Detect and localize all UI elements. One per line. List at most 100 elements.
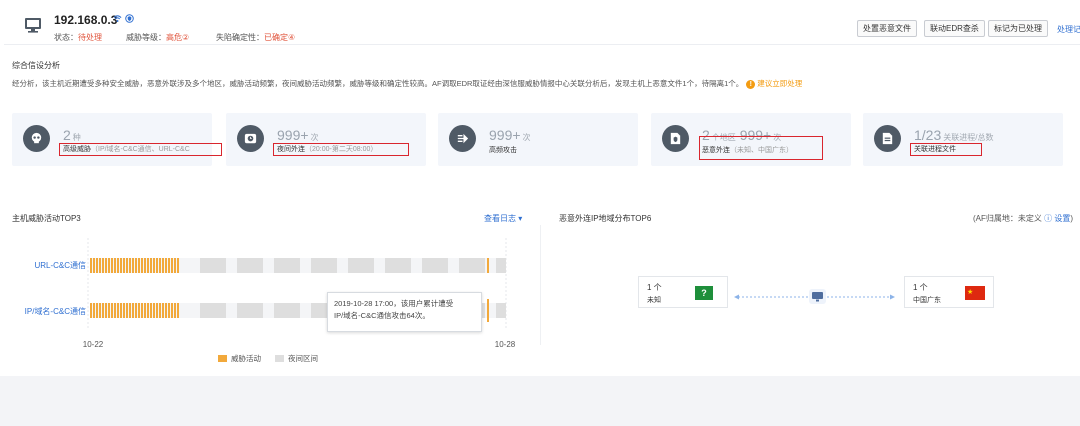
- handle-malicious-file-button[interactable]: 处置恶意文件: [857, 20, 917, 37]
- threat-activity-mark: [153, 303, 155, 318]
- threat-activity-mark: [117, 303, 119, 318]
- night-interval-mark: [385, 258, 411, 273]
- card-malicious-connection: 2 个地区 999+ 次 恶意外连（未知、中国广东）: [651, 113, 851, 166]
- threat-activity-mark: [108, 303, 110, 318]
- suggest-handle-link[interactable]: 建议立即处理: [757, 79, 802, 88]
- host-header: 192.168.0.3 状态：待处理 威胁等级：高危② 失陷确定性：已确定④ 处…: [4, 3, 1080, 45]
- threat-activity-mark: [90, 303, 92, 318]
- geo-box-unknown[interactable]: 1 个 未知 ?: [638, 276, 728, 308]
- threat-activity-mark: [111, 303, 113, 318]
- threat-activity-mark: [168, 303, 170, 318]
- threat-activity-mark: [487, 299, 489, 322]
- night-interval-mark: [274, 258, 300, 273]
- file-shield-icon: [662, 125, 689, 152]
- threat-activity-mark: [99, 303, 101, 318]
- threat-activity-mark: [153, 258, 155, 273]
- shield-icon[interactable]: [125, 14, 134, 23]
- threat-activity-mark: [135, 258, 137, 273]
- threat-activity-mark: [147, 303, 149, 318]
- threat-activity-mark: [165, 258, 167, 273]
- threat-activity-mark: [120, 303, 122, 318]
- threat-activity-mark: [159, 303, 161, 318]
- threat-activity-mark: [171, 258, 173, 273]
- threat-activity-mark: [132, 258, 134, 273]
- status-meta: 状态：待处理: [54, 33, 102, 42]
- timeline-title: 主机威胁活动TOP3: [12, 214, 81, 223]
- threat-activity-mark: [114, 303, 116, 318]
- threat-activity-mark: [123, 258, 125, 273]
- threat-activity-mark: [168, 258, 170, 273]
- analysis-title: 综合信设分析: [12, 61, 60, 70]
- threat-activity-mark: [129, 258, 131, 273]
- threat-activity-mark: [138, 303, 140, 318]
- unknown-region-icon: ?: [695, 286, 713, 300]
- geo-box-guangdong[interactable]: 1 个 中国广东 ★: [904, 276, 994, 308]
- threat-activity-mark: [162, 258, 164, 273]
- threat-activity-mark: [90, 258, 92, 273]
- threat-activity-mark: [156, 303, 158, 318]
- wifi-icon: [113, 15, 122, 23]
- threat-activity-mark: [117, 258, 119, 273]
- card-count: 2种: [63, 127, 81, 143]
- night-interval-mark: [422, 258, 448, 273]
- view-log-dropdown[interactable]: 查看日志 ▾: [484, 213, 522, 224]
- geo-note: (AF归属地：未定义 ⓘ 设置): [973, 214, 1074, 223]
- threat-activity-mark: [150, 303, 152, 318]
- card-label: 恶意外连（未知、中国广东）: [702, 147, 793, 154]
- threat-activity-mark: [141, 258, 143, 273]
- china-flag-icon: ★: [965, 286, 985, 300]
- threat-activity-mark: [105, 303, 107, 318]
- settings-link[interactable]: 设置: [1054, 214, 1070, 223]
- geo-title: 恶意外连IP地域分布TOP6: [559, 214, 652, 223]
- night-interval-mark: [200, 258, 226, 273]
- status-value: 待处理: [78, 33, 102, 42]
- threat-activity-mark: [126, 258, 128, 273]
- info-icon: ⓘ: [1044, 214, 1053, 223]
- threat-activity-mark: [174, 303, 176, 318]
- threat-activity-mark: [177, 258, 179, 273]
- night-interval-mark: [496, 303, 506, 318]
- edr-scan-button[interactable]: 联动EDR查杀: [924, 20, 985, 37]
- threat-activity-mark: [93, 303, 95, 318]
- threat-activity-mark: [159, 258, 161, 273]
- threat-activity-mark: [141, 303, 143, 318]
- threat-activity-mark: [102, 303, 104, 318]
- threat-activity-mark: [120, 258, 122, 273]
- night-interval-mark: [459, 258, 485, 273]
- night-interval-mark: [496, 258, 506, 273]
- threat-activity-mark: [132, 303, 134, 318]
- threat-activity-mark: [93, 258, 95, 273]
- threat-activity-mark: [174, 258, 176, 273]
- clock-icon: [237, 125, 264, 152]
- threat-activity-mark: [126, 303, 128, 318]
- page-bottom-band: [0, 376, 1080, 426]
- card-high-freq-attack: 999+ 次 高频攻击: [438, 113, 638, 166]
- threat-activity-mark: [144, 258, 146, 273]
- threat-activity-mark: [114, 258, 116, 273]
- handle-record-link[interactable]: 处理记录: [1057, 24, 1080, 35]
- mark-handled-button[interactable]: 标记为已处理: [988, 20, 1048, 37]
- threat-activity-mark: [135, 303, 137, 318]
- host-monitor-icon: [812, 292, 823, 299]
- threat-activity-mark: [171, 303, 173, 318]
- threat-activity-mark: [162, 303, 164, 318]
- x-tick-start: 10-22: [83, 340, 104, 349]
- threat-activity-mark: [487, 258, 489, 273]
- card-advanced-threat: 2种 高级威胁（IP/域名-C&C通信、URL-C&C: [12, 113, 222, 166]
- threat-activity-mark: [96, 303, 98, 318]
- timeline-tooltip: 2019-10-28 17:00，该用户累计遭受 IP/域名-C&C通信攻击64…: [327, 292, 482, 332]
- row-label-url-cc: URL-C&C通信: [34, 260, 86, 270]
- card-label: 高频攻击: [489, 147, 517, 154]
- card-label: 关联进程文件: [910, 143, 982, 156]
- threat-activity-mark: [177, 303, 179, 318]
- night-interval-mark: [200, 303, 226, 318]
- connection-link: [734, 289, 895, 304]
- night-interval-mark: [237, 303, 263, 318]
- legend-threat-swatch: [218, 355, 227, 362]
- card-night-connection: 999+ 次 夜间外连（20:00-第二天08:00）: [226, 113, 426, 166]
- threat-activity-mark: [105, 258, 107, 273]
- confirm-value: 已确定④: [264, 33, 296, 42]
- section-divider: [540, 225, 541, 345]
- card-process-file: 1/23 关联进程/总数 关联进程文件: [863, 113, 1063, 166]
- threat-level-value: 高危②: [166, 33, 190, 42]
